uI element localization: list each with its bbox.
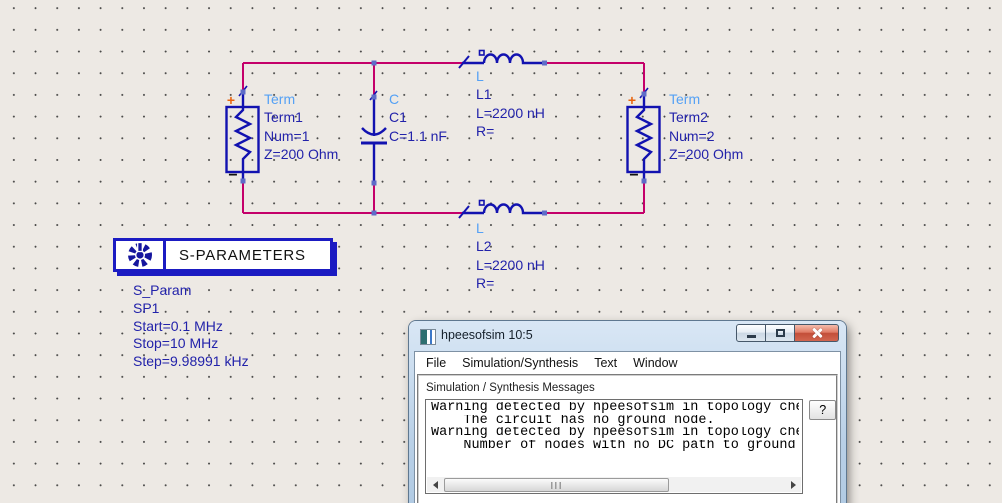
l2-type-label[interactable]: L: [476, 219, 545, 237]
component-term1[interactable]: + −: [225, 85, 260, 184]
help-button[interactable]: ?: [809, 400, 836, 420]
scrollbar-grip-icon: [550, 481, 562, 489]
term2-name-label[interactable]: Term2: [669, 108, 743, 126]
menu-text[interactable]: Text: [586, 354, 625, 372]
app-icon: [420, 329, 436, 345]
term2-plus-mark: +: [628, 92, 636, 108]
c1-type-label[interactable]: C: [389, 90, 447, 108]
messages-panel-title: Simulation / Synthesis Messages: [426, 382, 595, 394]
menu-simulation-synthesis[interactable]: Simulation/Synthesis: [454, 354, 586, 372]
sp1-start-param[interactable]: Start=0.1 MHz: [133, 318, 249, 336]
sp1-stop-param[interactable]: Stop=10 MHz: [133, 335, 249, 353]
s-parameters-title: S-PARAMETERS: [179, 246, 306, 264]
term2-z-param[interactable]: Z=200 Ohm: [669, 145, 743, 163]
messages-panel: Simulation / Synthesis Messages Warning …: [417, 374, 838, 503]
l2-r-param[interactable]: R=: [476, 274, 545, 292]
l1-labels[interactable]: L L1 L=2200 nH R=: [476, 67, 545, 141]
scroll-left-button[interactable]: [427, 477, 443, 492]
term2-type-label[interactable]: Term: [669, 90, 743, 108]
l1-r-param[interactable]: R=: [476, 122, 545, 140]
component-term2[interactable]: + −: [626, 87, 661, 184]
close-icon: [811, 327, 823, 339]
menu-window[interactable]: Window: [625, 354, 685, 372]
messages-textbox[interactable]: Warning detected by hpeesofsim in topolo…: [425, 399, 804, 494]
scrollbar-track[interactable]: [443, 477, 785, 492]
minimize-button[interactable]: [736, 324, 766, 342]
l2-value-param[interactable]: L=2200 nH: [476, 256, 545, 274]
component-c1[interactable]: [361, 60, 387, 216]
c1-value-param[interactable]: C=1.1 nF: [389, 127, 447, 145]
scroll-right-button[interactable]: [785, 477, 802, 492]
l2-labels[interactable]: L L2 L=2200 nH R=: [476, 219, 545, 293]
l1-value-param[interactable]: L=2200 nH: [476, 104, 545, 122]
sp1-name-label[interactable]: SP1: [133, 300, 249, 318]
minimize-icon: [746, 334, 756, 338]
warning-messages: Warning detected by hpeesofsim in topolo…: [426, 400, 802, 452]
term1-name-label[interactable]: Term1: [264, 108, 338, 126]
menu-bar: File Simulation/Synthesis Text Window: [415, 352, 840, 373]
l2-name-label[interactable]: L2: [476, 237, 545, 255]
term1-z-param[interactable]: Z=200 Ohm: [264, 145, 338, 163]
term2-num-param[interactable]: Num=2: [669, 127, 743, 145]
c1-labels[interactable]: C C1 C=1.1 nF: [389, 90, 447, 145]
message-line: Warning detected by hpeesofsim in topolo…: [431, 427, 800, 440]
l1-type-label[interactable]: L: [476, 67, 545, 85]
maximize-icon: [775, 329, 785, 337]
scroll-right-icon: [790, 480, 796, 489]
term1-plus-mark: +: [227, 92, 235, 108]
gear-icon: [127, 241, 152, 267]
caption-buttons: [736, 324, 839, 342]
sp1-step-param[interactable]: Step=9.98991 kHz: [133, 353, 249, 371]
component-l2[interactable]: [458, 199, 547, 219]
message-line: Warning detected by hpeesofsim in topolo…: [431, 402, 800, 415]
menu-file[interactable]: File: [418, 354, 454, 372]
term1-minus-mark: −: [228, 167, 237, 184]
horizontal-scrollbar[interactable]: [427, 477, 802, 492]
term1-labels[interactable]: Term Term1 Num=1 Z=200 Ohm: [264, 90, 338, 164]
close-button[interactable]: [795, 324, 839, 342]
window-titlebar[interactable]: hpeesofsim 10:5: [409, 321, 846, 351]
window-client-area: File Simulation/Synthesis Text Window Si…: [414, 351, 841, 503]
message-line: The circuit has no ground node.: [431, 414, 715, 428]
component-l1[interactable]: [458, 49, 547, 69]
hpeesofsim-window: hpeesofsim 10:5 File Simulation/Synthesi…: [409, 321, 846, 503]
term1-type-label[interactable]: Term: [264, 90, 338, 108]
window-title: hpeesofsim 10:5: [441, 328, 533, 342]
scrollbar-thumb[interactable]: [444, 478, 669, 492]
scroll-left-icon: [432, 480, 438, 489]
s-parameters-block[interactable]: S-PARAMETERS: [113, 238, 333, 272]
sp1-labels[interactable]: S_Param SP1 Start=0.1 MHz Stop=10 MHz St…: [133, 282, 249, 371]
term1-num-param[interactable]: Num=1: [264, 127, 338, 145]
maximize-button[interactable]: [766, 324, 795, 342]
schematic-canvas: + − + − Term Term1 Num=1 Z=200 Ohm C C1 …: [0, 0, 1002, 503]
l1-name-label[interactable]: L1: [476, 85, 545, 103]
term2-labels[interactable]: Term Term2 Num=2 Z=200 Ohm: [669, 90, 743, 164]
sp1-type-label[interactable]: S_Param: [133, 282, 249, 300]
term2-minus-mark: −: [629, 167, 638, 184]
message-line: Number of nodes with no DC path to groun…: [431, 439, 800, 453]
c1-name-label[interactable]: C1: [389, 108, 447, 126]
